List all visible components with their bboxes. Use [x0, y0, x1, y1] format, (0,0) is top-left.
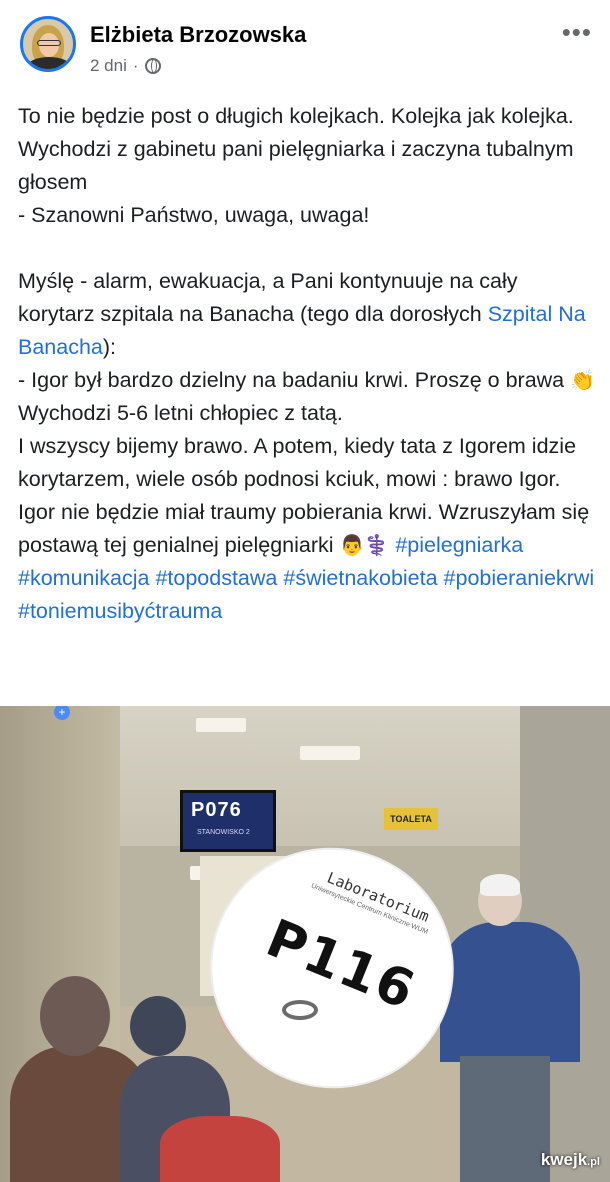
queue-display: P076 STANOWISKO 2: [180, 790, 276, 852]
author-name[interactable]: Elżbieta Brzozowska: [90, 22, 306, 48]
ceiling-light: [300, 746, 360, 760]
hashtag-link[interactable]: #pobieraniekrwi: [444, 566, 595, 590]
walking-man-body: [440, 922, 580, 1062]
watermark-suffix: .pl: [587, 1156, 600, 1168]
ring: [282, 1000, 318, 1020]
post-paragraph-3-end: ):: [102, 335, 117, 359]
watermark-logo: kwejk.pl: [541, 1150, 600, 1170]
queue-display-number: P076: [191, 799, 242, 821]
hashtag-link[interactable]: #toniemusibyćtrauma: [18, 599, 222, 623]
queue-display-station: STANOWISKO 2: [197, 829, 250, 836]
post-paragraph-4: - Igor był bardzo dzielny na badaniu krw…: [18, 364, 598, 397]
hashtag-link[interactable]: #świetnakobieta: [283, 566, 437, 590]
author-avatar[interactable]: [20, 16, 76, 72]
walking-man-legs: [460, 1056, 550, 1182]
post-paragraph-2: - Szanowni Państwo, uwaga, uwaga!: [18, 203, 370, 227]
post-meta: 2 dni ·: [90, 56, 161, 76]
post-time[interactable]: 2 dni: [90, 56, 127, 76]
hashtag-link[interactable]: #topodstawa: [155, 566, 277, 590]
globe-icon[interactable]: [144, 58, 161, 74]
health-worker-icon: 👨⚕️: [339, 535, 390, 557]
clapping-hands-icon: 👏: [570, 370, 596, 392]
avatar-glasses: [37, 40, 61, 46]
post-paragraph-3-start: Myślę - alarm, ewakuacja, a Pani kontynu…: [18, 269, 518, 326]
hashtag-link[interactable]: #komunikacja: [18, 566, 149, 590]
post-photo[interactable]: + P076 STANOWISKO 2 TOALETA Laboratorium…: [0, 706, 610, 1182]
ceiling-light: [196, 718, 246, 732]
post-paragraph-5: Wychodzi 5-6 letni chłopiec z tatą.: [18, 401, 343, 425]
more-options-icon[interactable]: •••: [562, 19, 592, 45]
walking-man-hair: [480, 874, 520, 896]
post-header: Elżbieta Brzozowska 2 dni · •••: [0, 0, 610, 88]
post-blank-line: [18, 232, 598, 265]
watermark-brand: kwejk: [540, 1150, 588, 1169]
toilet-sign: TOALETA: [384, 808, 438, 830]
post-paragraph-1: To nie będzie post o długich kolejkach. …: [18, 104, 574, 194]
meta-separator: ·: [132, 56, 139, 75]
hashtag-link[interactable]: #pielegniarka: [395, 533, 523, 557]
post-paragraph-3: Myślę - alarm, ewakuacja, a Pani kontynu…: [18, 265, 598, 364]
post-paragraph-4-text: - Igor był bardzo dzielny na badaniu krw…: [18, 368, 565, 392]
patient-head: [40, 976, 110, 1056]
patient-head: [130, 996, 186, 1056]
patient-body: [160, 1116, 280, 1182]
post-text: To nie będzie post o długich kolejkach. …: [18, 100, 598, 628]
avatar-shirt: [27, 57, 71, 69]
post-paragraph-6: I wszyscy bijemy brawo. A potem, kiedy t…: [18, 430, 598, 628]
walking-man: [420, 866, 590, 1182]
